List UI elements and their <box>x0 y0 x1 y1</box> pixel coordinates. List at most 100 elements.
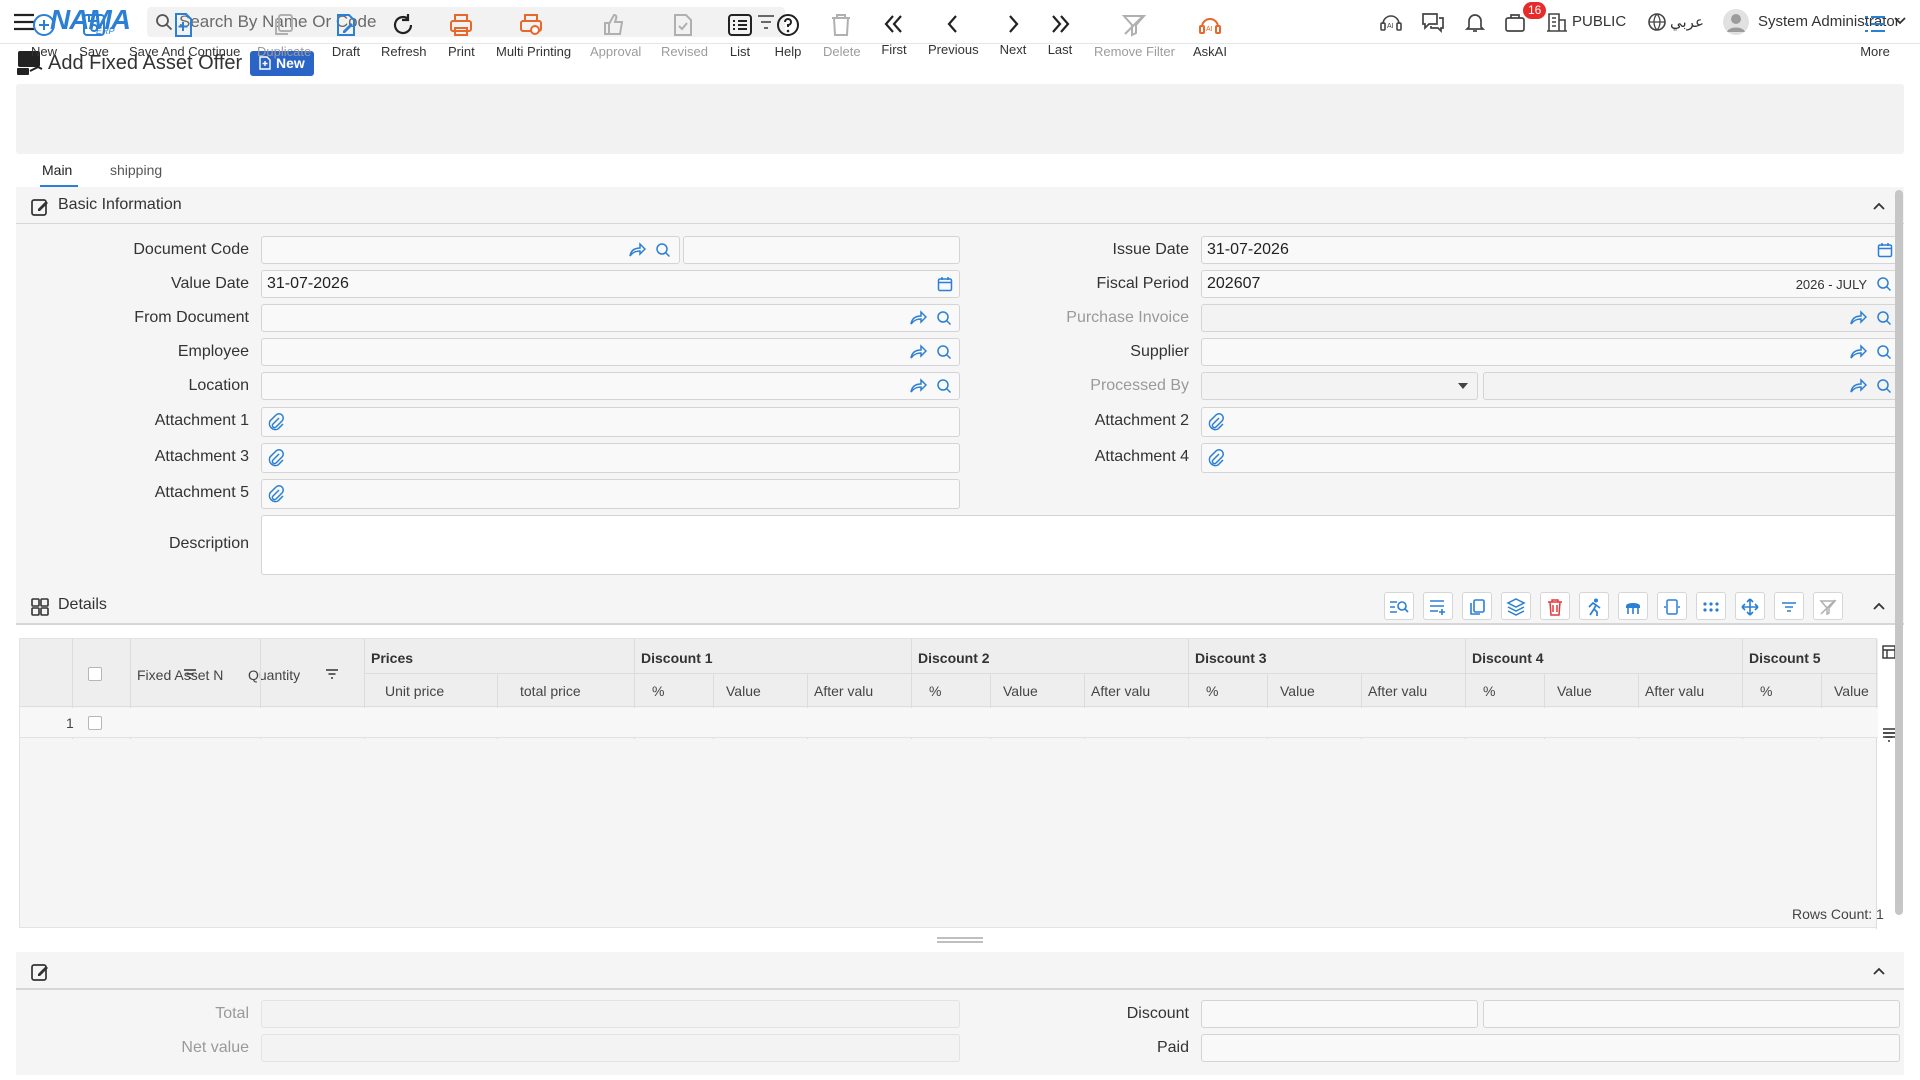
from-document-input[interactable] <box>261 304 960 332</box>
share-icon[interactable] <box>909 378 927 394</box>
col-d1-value[interactable]: Value <box>726 683 761 699</box>
col-d2-after[interactable]: After valu <box>1091 683 1150 699</box>
attachment-2-input[interactable] <box>1201 407 1900 437</box>
col-d1-after[interactable]: After valu <box>814 683 873 699</box>
col-d3-value[interactable]: Value <box>1280 683 1315 699</box>
share-icon[interactable] <box>628 242 646 258</box>
revised-button[interactable]: Revised <box>661 12 708 64</box>
tab-shipping[interactable]: shipping <box>110 162 162 178</box>
attachment-4-input[interactable] <box>1201 443 1900 473</box>
delete-button[interactable]: Delete <box>823 12 861 64</box>
paperclip-icon[interactable] <box>1208 449 1224 467</box>
draft-button[interactable]: Draft <box>330 12 362 64</box>
save-button[interactable]: Save <box>76 12 112 64</box>
columns-panel-icon[interactable] <box>1882 645 1896 659</box>
col-total-price[interactable]: total price <box>520 683 581 699</box>
col-d3-after[interactable]: After valu <box>1368 683 1427 699</box>
totals-header[interactable] <box>16 952 1904 990</box>
ai-support-icon[interactable]: AI <box>1378 10 1404 34</box>
copy-row-tool[interactable] <box>1462 592 1492 620</box>
new-button[interactable]: New <box>27 12 61 64</box>
previous-button[interactable]: Previous <box>928 12 979 64</box>
run-tool[interactable] <box>1579 592 1609 620</box>
lookup-search-icon[interactable] <box>935 310 953 326</box>
basic-info-header[interactable]: Basic Information <box>16 187 1904 225</box>
lookup-search-icon[interactable] <box>1875 344 1893 360</box>
filter-tool[interactable] <box>1774 592 1804 620</box>
attachment-5-input[interactable] <box>261 479 960 509</box>
paperclip-icon[interactable] <box>268 485 284 503</box>
help-button[interactable]: Help <box>774 12 802 64</box>
menu-lines-icon[interactable] <box>1882 727 1896 739</box>
next-button[interactable]: Next <box>998 12 1028 64</box>
filter-icon[interactable] <box>757 14 775 30</box>
paid-input[interactable] <box>1201 1034 1900 1062</box>
col-d1-pct[interactable]: % <box>652 683 664 699</box>
apps-tool[interactable] <box>1696 592 1726 620</box>
chevron-down-icon[interactable] <box>1893 14 1909 30</box>
branch-label[interactable]: PUBLIC <box>1572 13 1626 30</box>
col-fixed-asset[interactable]: Fixed Asset N <box>137 667 223 683</box>
col-d2-value[interactable]: Value <box>1003 683 1038 699</box>
chevron-up-icon[interactable] <box>1872 599 1886 613</box>
duplicate-button[interactable]: Duplicate <box>257 12 311 64</box>
first-button[interactable]: First <box>881 12 907 64</box>
list-button[interactable]: List <box>727 12 753 64</box>
save-and-continue-button[interactable]: Save And Continue <box>129 12 240 64</box>
move-tool[interactable] <box>1735 592 1765 620</box>
layers-tool[interactable] <box>1501 592 1531 620</box>
language-switch[interactable]: عربي <box>1670 13 1704 31</box>
lookup-search-icon[interactable] <box>935 378 953 394</box>
fit-columns-tool[interactable] <box>1657 592 1687 620</box>
add-rows-tool[interactable] <box>1423 592 1453 620</box>
description-textarea[interactable] <box>261 515 1900 575</box>
share-icon[interactable] <box>909 344 927 360</box>
refresh-button[interactable]: Refresh <box>381 12 427 64</box>
location-input[interactable] <box>261 372 960 400</box>
table-tool[interactable] <box>1618 592 1648 620</box>
paperclip-icon[interactable] <box>268 449 284 467</box>
col-d2-pct[interactable]: % <box>929 683 941 699</box>
delete-row-tool[interactable] <box>1540 592 1570 620</box>
remove-filter-tool[interactable] <box>1813 592 1843 620</box>
avatar[interactable] <box>1722 8 1750 36</box>
share-icon[interactable] <box>1849 344 1867 360</box>
row-checkbox[interactable] <box>88 716 102 730</box>
grid-search-tool[interactable] <box>1384 592 1414 620</box>
chat-icon[interactable] <box>1420 10 1446 34</box>
fiscal-period-input[interactable]: 202607 2026 - JULY <box>1201 270 1900 298</box>
col-unit-price[interactable]: Unit price <box>385 683 444 699</box>
paperclip-icon[interactable] <box>1208 413 1224 431</box>
print-button[interactable]: Print <box>448 12 475 64</box>
col-d3-pct[interactable]: % <box>1206 683 1218 699</box>
lookup-search-icon[interactable] <box>654 242 672 258</box>
table-row[interactable] <box>20 708 1878 738</box>
document-code-extra-input[interactable] <box>683 236 960 264</box>
more-button[interactable]: More <box>1860 12 1890 64</box>
resize-handle[interactable] <box>935 936 985 944</box>
lookup-search-icon[interactable] <box>935 344 953 360</box>
chevron-up-icon[interactable] <box>1872 199 1886 213</box>
calendar-icon[interactable] <box>1877 242 1893 258</box>
col-d4-pct[interactable]: % <box>1483 683 1495 699</box>
issue-date-input[interactable]: 31-07-2026 <box>1201 236 1900 264</box>
lookup-search-icon[interactable] <box>1875 276 1893 292</box>
last-button[interactable]: Last <box>1047 12 1073 64</box>
approval-button[interactable]: Approval <box>590 12 641 64</box>
col-d4-value[interactable]: Value <box>1557 683 1592 699</box>
attachment-1-input[interactable] <box>261 407 960 437</box>
chevron-up-icon[interactable] <box>1872 964 1886 978</box>
select-all-checkbox[interactable] <box>88 667 102 681</box>
discount-value-input[interactable] <box>1483 1000 1900 1028</box>
calendar-icon[interactable] <box>937 276 953 292</box>
page-scrollbar[interactable] <box>1895 190 1903 915</box>
remove-filter-button[interactable]: Remove Filter <box>1094 12 1175 64</box>
filter-icon[interactable] <box>183 668 197 680</box>
value-date-input[interactable]: 31-07-2026 <box>261 270 960 298</box>
tab-main[interactable]: Main <box>42 162 72 178</box>
askai-button[interactable]: AI AskAI <box>1193 12 1227 64</box>
supplier-input[interactable] <box>1201 338 1900 366</box>
bell-icon[interactable] <box>1462 10 1488 34</box>
document-code-input[interactable] <box>261 236 680 264</box>
paperclip-icon[interactable] <box>268 413 284 431</box>
